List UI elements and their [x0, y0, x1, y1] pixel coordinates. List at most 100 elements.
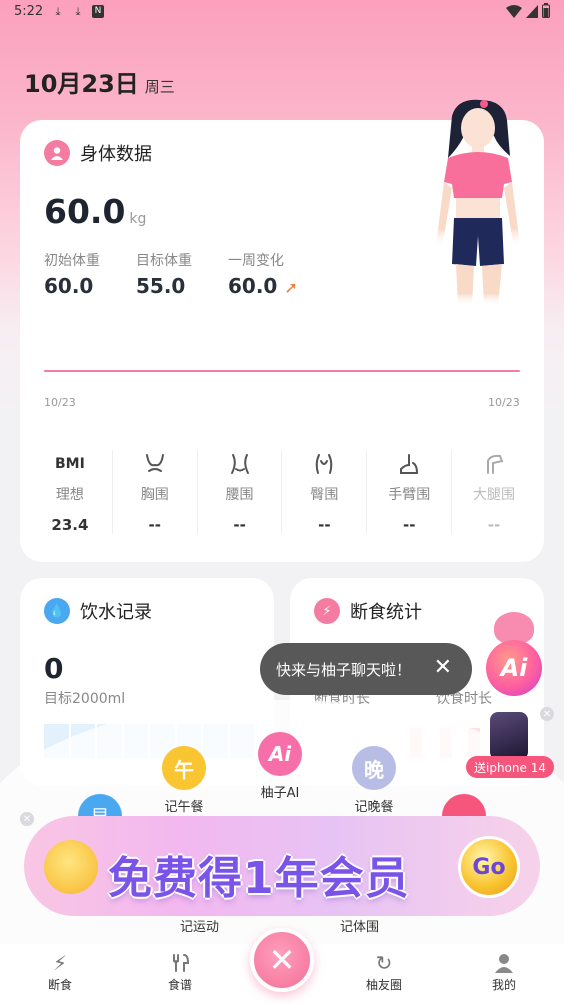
metric-value: -- [233, 516, 246, 534]
bolt-icon: ⚡ [314, 598, 340, 624]
tab-label: 食谱 [167, 978, 192, 992]
metric-label: 胸围 [140, 487, 169, 503]
metric-value: -- [487, 516, 501, 534]
hip-icon [312, 450, 336, 478]
weight-value: 60.0 [44, 192, 126, 231]
stat-label: 目标体重 [136, 253, 192, 269]
person-icon [491, 950, 517, 976]
download-icon: ⤓ [75, 5, 81, 18]
tooltip-text: 快来与柚子聊天啦！ [276, 660, 412, 679]
person-icon [44, 140, 70, 166]
bmi-icon: BMI [55, 456, 85, 472]
fasting-title: 断食统计 [350, 602, 422, 623]
status-bar: 5:22 ⤓ ⤓ N [0, 0, 564, 24]
ai-chat-button[interactable]: Ai [486, 640, 542, 696]
vip-banner[interactable]: 免费得1年会员 Go [24, 816, 540, 916]
dinner-icon: 晚 [352, 746, 396, 790]
weekday-label: 周三 [144, 78, 175, 96]
body-data-title: 身体数据 [80, 144, 152, 165]
weight-unit: kg [129, 211, 147, 227]
stat-value: 55.0 [136, 274, 186, 298]
iphone-image [490, 712, 528, 760]
quick-action-label: 记晚餐 [354, 800, 394, 815]
signal-icon [526, 5, 538, 18]
metric-bmi[interactable]: BMI 理想 23.4 [28, 450, 112, 534]
body-data-title-row: 身体数据 [44, 140, 152, 166]
chart-x-start: 10/23 [44, 396, 76, 409]
sunglasses-emoji-icon [44, 840, 98, 894]
initial-weight-stat: 初始体重 60.0 [44, 250, 100, 298]
iphone-promo-badge[interactable]: 送iphone 14 [466, 756, 554, 778]
go-button[interactable]: Go [458, 836, 520, 898]
metric-waist[interactable]: 腰围 -- [196, 450, 282, 534]
metric-value: -- [148, 516, 161, 534]
metric-value: 23.4 [51, 516, 89, 534]
lunch-icon: 午 [162, 746, 206, 790]
quick-action-lunch[interactable]: 午 记午餐 [162, 746, 206, 815]
metric-label: 臀围 [310, 487, 339, 503]
tab-fasting[interactable]: ⚡ 断食 [30, 950, 90, 993]
quick-action-label: 记午餐 [164, 800, 204, 815]
metric-value: -- [318, 516, 331, 534]
stat-label: 一周变化 [228, 253, 284, 269]
bolt-icon: ⚡ [52, 951, 68, 975]
wifi-icon [506, 5, 522, 18]
water-title-row: 💧 饮水记录 [44, 598, 152, 624]
body-metrics-row: BMI 理想 23.4 胸围 -- 腰围 -- 臀围 -- 手臂围 -- 大腿围… [28, 450, 536, 534]
tab-recipes[interactable]: 食谱 [150, 950, 210, 993]
stat-value: 60.0 [228, 274, 278, 298]
stat-label: 初始体重 [44, 253, 100, 269]
quick-action-exercise[interactable]: 记运动 [180, 916, 219, 935]
weight-chart-line [44, 370, 520, 372]
status-time: 5:22 [14, 4, 44, 19]
quick-action-ai[interactable]: Ai 柚子AI [258, 732, 302, 801]
date-label: 10月23日 [24, 70, 139, 98]
waist-icon [228, 450, 252, 478]
tab-profile[interactable]: 我的 [474, 950, 534, 993]
close-icon[interactable]: ✕ [540, 707, 554, 721]
tab-label: 我的 [491, 978, 516, 992]
arm-icon [397, 450, 421, 478]
fasting-title-row: ⚡ 断食统计 [314, 598, 422, 624]
banner-text: 免费得1年会员 [108, 853, 410, 904]
metric-value: -- [403, 516, 416, 534]
current-weight: 60.0 kg [44, 192, 146, 231]
water-goal: 目标2000ml [44, 691, 126, 707]
target-weight-stat: 目标体重 55.0 [136, 250, 192, 298]
app-notification-icon: N [92, 5, 104, 18]
chart-x-end: 10/23 [488, 396, 520, 409]
weekly-change-stat: 一周变化 60.0 ➚ [228, 250, 298, 298]
water-value: 0 [44, 652, 64, 685]
fork-knife-icon [167, 950, 193, 976]
metric-label: 手臂围 [388, 487, 431, 503]
metric-chest[interactable]: 胸围 -- [111, 450, 197, 534]
quick-action-label: 柚子AI [260, 786, 300, 801]
ai-icon: Ai [258, 732, 302, 776]
quick-action-dinner[interactable]: 晚 记晚餐 [352, 746, 396, 815]
date-header: 10月23日 周三 [24, 64, 175, 99]
tab-community[interactable]: ↻ 柚友圈 [354, 950, 414, 993]
quick-action-measure[interactable]: 记体围 [340, 916, 379, 935]
chest-icon [143, 450, 167, 478]
water-title: 饮水记录 [80, 602, 152, 623]
tab-label: 柚友圈 [365, 978, 402, 992]
metric-thigh[interactable]: 大腿围 -- [451, 450, 536, 534]
metric-arm[interactable]: 手臂围 -- [366, 450, 451, 534]
arrow-up-icon: ➚ [284, 278, 298, 297]
close-quick-actions-button[interactable]: ✕ [250, 928, 314, 992]
metric-hip[interactable]: 臀围 -- [281, 450, 366, 534]
refresh-icon: ↻ [375, 951, 393, 975]
thigh-icon [482, 450, 506, 478]
close-icon[interactable]: ✕ [434, 657, 452, 679]
metric-label: 大腿围 [473, 487, 516, 503]
download-icon: ⤓ [55, 5, 61, 18]
water-drop-icon: 💧 [44, 598, 70, 624]
stat-value: 60.0 [44, 274, 94, 298]
body-figure-illustration [436, 99, 520, 306]
battery-icon [542, 3, 550, 18]
metric-label: 理想 [55, 487, 84, 503]
ai-chat-tooltip[interactable]: 快来与柚子聊天啦！ ✕ [260, 643, 472, 695]
tab-label: 断食 [47, 978, 72, 992]
close-icon[interactable]: ✕ [20, 812, 34, 826]
stat-value-row: 60.0 ➚ [228, 274, 298, 298]
